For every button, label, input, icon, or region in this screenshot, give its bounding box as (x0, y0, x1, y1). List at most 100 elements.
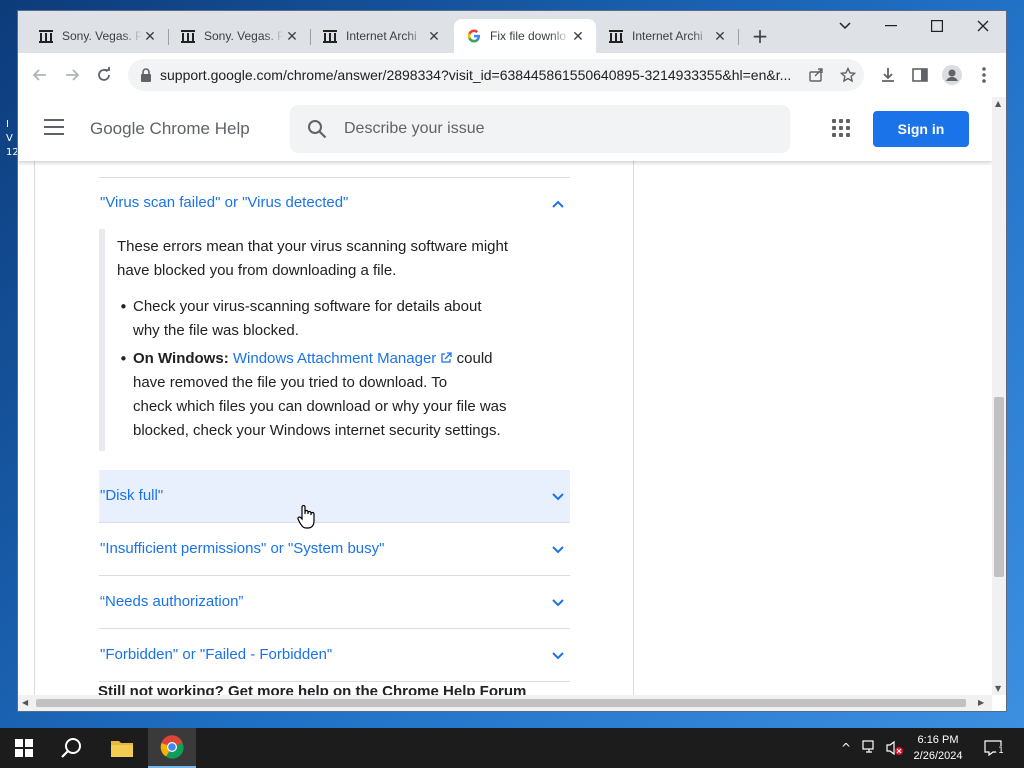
address-bar[interactable]: support.google.com/chrome/answer/2898334… (128, 59, 864, 91)
chrome-taskbar-button[interactable] (148, 728, 196, 768)
bullet-dot: • (119, 350, 128, 368)
close-tab-icon[interactable]: ✕ (426, 28, 442, 44)
virus-intro-line-2: have blocked you from downloading a file… (117, 262, 397, 279)
close-tab-icon[interactable]: ✕ (570, 28, 586, 44)
tab-strip: Sony. Vegas. P ✕ Sony. Vegas. P ✕ Intern… (18, 11, 1006, 53)
bullet2-line-3: check which files you can download or wh… (133, 398, 507, 415)
chevron-down-icon (551, 596, 565, 610)
accordion-virus-scan[interactable]: "Virus scan failed" or "Virus detected" (99, 177, 570, 229)
help-search-box[interactable] (290, 105, 790, 153)
close-tab-icon[interactable]: ✕ (142, 28, 158, 44)
google-apps-grid-icon[interactable] (832, 119, 850, 137)
tab-title: Sony. Vegas. P (62, 29, 142, 43)
scroll-down-arrow-icon[interactable]: ▼ (995, 685, 1001, 693)
lock-icon[interactable] (140, 67, 154, 83)
accordion-title: "Disk full" (100, 487, 164, 504)
chevron-down-icon (551, 490, 565, 504)
url-text[interactable]: support.google.com/chrome/answer/2898334… (160, 67, 800, 83)
tab-title: Sony. Vegas. P (204, 29, 284, 43)
vertical-scrollbar[interactable]: ▲ ▼ (992, 97, 1006, 695)
expanded-panel-bar (99, 229, 105, 451)
bullet-dot: • (119, 298, 128, 316)
reload-button[interactable] (92, 63, 116, 87)
accordion-title: "Virus scan failed" or "Virus detected" (100, 194, 349, 211)
minimize-button[interactable] (868, 11, 914, 41)
back-button[interactable] (28, 63, 52, 87)
archive-icon (38, 28, 54, 44)
tab-sony-vegas-1[interactable]: Sony. Vegas. P ✕ (18, 19, 168, 53)
maximize-button[interactable] (914, 11, 960, 41)
close-tab-icon[interactable]: ✕ (712, 28, 728, 44)
bullet2-line-2: have removed the file you tried to downl… (133, 374, 448, 391)
tab-title: Internet Archi (632, 29, 703, 43)
search-icon[interactable] (306, 118, 328, 140)
tab-separator (738, 29, 739, 45)
accordion-title: "Forbidden" or "Failed - Forbidden" (100, 646, 333, 663)
network-icon[interactable] (862, 740, 878, 756)
chevron-down-icon (551, 649, 565, 663)
notification-count-badge: 1 (996, 746, 1006, 756)
archive-icon (180, 28, 196, 44)
close-window-button[interactable] (960, 11, 1006, 41)
close-tab-icon[interactable]: ✕ (284, 28, 300, 44)
external-link-icon[interactable] (440, 348, 453, 363)
more-menu-icon[interactable] (972, 63, 996, 87)
chevron-down-icon (551, 543, 565, 557)
accordion-title: “Needs authorization” (100, 593, 244, 610)
help-search-input[interactable] (344, 117, 764, 141)
tab-internet-archive-2[interactable]: Internet Archi ✕ (588, 19, 738, 53)
still-not-working-text: Still not working? Get more help on the … (98, 683, 527, 695)
horizontal-scroll-thumb[interactable] (36, 699, 966, 707)
chrome-window: Sony. Vegas. P ✕ Sony. Vegas. P ✕ Intern… (17, 10, 1007, 712)
sign-in-button[interactable]: Sign in (873, 111, 969, 147)
horizontal-scrollbar[interactable]: ◀ ▶ (18, 695, 992, 711)
tab-sony-vegas-2[interactable]: Sony. Vegas. P ✕ (160, 19, 310, 53)
scroll-right-arrow-icon[interactable]: ▶ (978, 699, 984, 707)
bullet2-line-4: blocked, check your Windows internet sec… (133, 422, 501, 439)
bullet1-line-2: why the file was blocked. (133, 322, 299, 339)
scroll-left-arrow-icon[interactable]: ◀ (22, 699, 28, 707)
windows-attachment-manager-link[interactable]: Windows Attachment Manager (233, 350, 436, 367)
accordion-insufficient-permissions[interactable]: "Insufficient permissions" or "System bu… (99, 523, 570, 576)
bullet2-after-text: could (456, 350, 493, 367)
windows-logo-icon (15, 739, 33, 757)
file-explorer-button[interactable] (98, 728, 146, 768)
accordion-disk-full[interactable]: "Disk full" (99, 470, 570, 523)
virus-intro-line-1: These errors mean that your virus scanni… (117, 238, 509, 255)
accordion-needs-authorization[interactable]: “Needs authorization” (99, 576, 570, 629)
search-icon (61, 738, 81, 758)
bookmark-star-icon[interactable] (836, 63, 860, 87)
hamburger-menu-icon[interactable] (44, 119, 64, 135)
share-icon[interactable] (804, 63, 828, 87)
profile-avatar-icon[interactable] (940, 63, 964, 87)
start-button[interactable] (0, 728, 48, 768)
scroll-up-arrow-icon[interactable]: ▲ (995, 100, 1001, 108)
browser-toolbar: support.google.com/chrome/answer/2898334… (18, 53, 1006, 97)
folder-icon (111, 741, 133, 757)
tab-fix-file-download[interactable]: Fix file downlo ✕ (454, 19, 596, 53)
side-panel-icon[interactable] (908, 63, 932, 87)
notification-center-icon[interactable]: 1 (984, 740, 1006, 757)
tab-search-button[interactable] (822, 11, 868, 41)
vertical-scroll-thumb[interactable] (994, 397, 1004, 577)
show-hidden-icons-chevron-icon[interactable]: ^ (838, 740, 854, 756)
volume-muted-icon[interactable] (886, 740, 903, 756)
new-tab-button[interactable]: + (748, 25, 772, 49)
accordion-forbidden[interactable]: "Forbidden" or "Failed - Forbidden" (99, 629, 570, 682)
tab-title: Fix file downlo (490, 29, 567, 43)
chrome-icon (160, 735, 184, 759)
search-taskbar-button[interactable] (48, 728, 96, 768)
system-clock[interactable]: 6:16 PM 2/26/2024 (906, 732, 970, 764)
tab-title: Internet Archi (346, 29, 417, 43)
windows-taskbar: ^ 6:16 PM 2/26/2024 1 (0, 728, 1024, 768)
archive-icon (608, 28, 624, 44)
forward-button[interactable] (60, 63, 84, 87)
tab-internet-archive-1[interactable]: Internet Archi ✕ (302, 19, 452, 53)
accordion-title: "Insufficient permissions" or "System bu… (100, 540, 385, 557)
hand-cursor-icon (296, 504, 316, 530)
help-center-title[interactable]: Google Chrome Help (90, 119, 250, 139)
bullet2-line-1: On Windows: Windows Attachment Manager c… (133, 347, 493, 371)
archive-icon (322, 28, 338, 44)
download-icon[interactable] (876, 63, 900, 87)
help-header: Google Chrome Help Sign in (18, 97, 992, 161)
